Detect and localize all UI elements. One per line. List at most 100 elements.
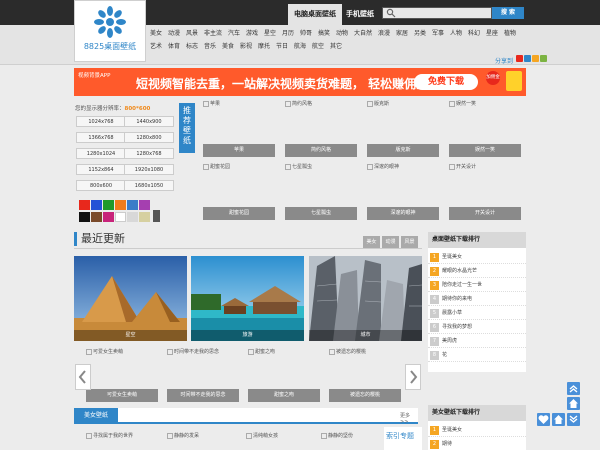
carousel-next-button[interactable] <box>405 364 421 390</box>
category-link[interactable]: 浪漫 <box>378 28 390 37</box>
color-swatch[interactable] <box>103 200 114 210</box>
category-link[interactable]: 影视 <box>240 41 252 50</box>
topic-index-link[interactable]: 索引专题 <box>384 427 422 450</box>
more-link[interactable]: 更多>> <box>400 412 418 425</box>
scroll-down-button[interactable] <box>567 413 580 426</box>
category-link[interactable]: 月历 <box>282 28 294 37</box>
ad-banner[interactable]: 视频背景APP 短视频智能去重，一站解决视频卖货难题， 轻松赚佣金 免费下载 加… <box>74 68 526 96</box>
wechat-share-icon[interactable] <box>540 55 547 62</box>
color-swatch[interactable] <box>139 200 150 210</box>
thumbnail-caption[interactable]: 版克斯 <box>367 144 439 157</box>
wallpaper-thumbnail[interactable]: 版克斯 <box>367 100 439 140</box>
resolution-option[interactable]: 1280x768 <box>124 148 174 159</box>
weibo-share-icon[interactable] <box>516 55 523 62</box>
wallpaper-thumbnail[interactable]: 娱然一笑 <box>449 100 521 140</box>
home-button[interactable] <box>567 397 580 410</box>
resolution-option[interactable]: 1280x800 <box>124 132 174 143</box>
color-swatch[interactable] <box>91 200 102 210</box>
share-icon[interactable] <box>532 55 539 62</box>
featured-photo[interactable]: 星空 <box>74 256 187 341</box>
latest-tab[interactable]: 风景 <box>401 236 418 248</box>
ranking-item[interactable]: 2 耀眼的水晶光芒 <box>428 264 526 278</box>
latest-thumbnail[interactable]: 被遗忘的樱桃 <box>329 348 401 355</box>
category-link[interactable]: 植物 <box>504 28 516 37</box>
category-link[interactable]: 非主流 <box>204 28 222 37</box>
color-swatch[interactable] <box>79 200 90 210</box>
ranking-item[interactable]: 1 圣诞美女 <box>428 250 526 264</box>
color-swatch[interactable] <box>115 212 126 222</box>
thumbnail-caption[interactable]: 甜蜜之吻 <box>248 389 320 402</box>
resolution-option[interactable]: 1024x768 <box>76 116 126 127</box>
category-link[interactable]: 军事 <box>432 28 444 37</box>
latest-tab[interactable]: 动漫 <box>382 236 399 248</box>
category-link[interactable]: 星空 <box>264 28 276 37</box>
wallpaper-thumbnail[interactable]: 甜蜜花园 <box>203 163 275 203</box>
beauty-thumbnail[interactable]: 静静的坚份 <box>321 432 353 439</box>
ranking-item[interactable]: 7 美周虎 <box>428 334 526 348</box>
wallpaper-thumbnail[interactable]: 七星瓢虫 <box>285 163 357 203</box>
category-link[interactable]: 动物 <box>336 28 348 37</box>
thumbnail-caption[interactable]: 可爱女生卖萌 <box>86 389 158 402</box>
category-link[interactable]: 科幻 <box>468 28 480 37</box>
thumbnail-caption[interactable]: 深邃的眼神 <box>367 207 439 220</box>
color-swatch[interactable] <box>127 212 138 222</box>
category-link[interactable]: 大自然 <box>354 28 372 37</box>
site-logo[interactable]: 8825桌面壁纸 <box>74 0 146 62</box>
latest-thumbnail[interactable]: 可爱女生卖萌 <box>86 348 158 355</box>
ranking-item[interactable]: 3 陪你走过一生一世 <box>428 278 526 292</box>
latest-thumbnail[interactable]: 时间带不走我的思念 <box>167 348 239 355</box>
tab-desktop-wallpaper[interactable]: 电脑桌面壁纸 <box>288 4 342 25</box>
category-link[interactable]: 家居 <box>396 28 408 37</box>
category-link[interactable]: 美女 <box>150 28 162 37</box>
category-link[interactable]: 汽车 <box>228 28 240 37</box>
category-link[interactable]: 航空 <box>312 41 324 50</box>
resolution-option[interactable]: 1920x1080 <box>124 164 174 175</box>
resolution-option[interactable]: 1680x1050 <box>124 180 174 191</box>
category-link[interactable]: 其它 <box>330 41 342 50</box>
search-button[interactable]: 搜 索 <box>492 7 524 19</box>
category-link[interactable]: 艺术 <box>150 41 162 50</box>
back-to-top-button[interactable] <box>567 382 580 395</box>
category-link[interactable]: 游戏 <box>246 28 258 37</box>
beauty-thumbnail[interactable]: 静静的发呆 <box>167 432 199 439</box>
featured-photo[interactable]: 城市 <box>309 256 422 341</box>
wallpaper-thumbnail[interactable]: 简约风格 <box>285 100 357 140</box>
ranking-item[interactable]: 5 晨露小草 <box>428 306 526 320</box>
category-link[interactable]: 风景 <box>186 28 198 37</box>
latest-thumbnail[interactable]: 甜蜜之吻 <box>248 348 320 355</box>
resolution-option[interactable]: 1440x900 <box>124 116 174 127</box>
ranking-item[interactable]: 8花 <box>428 348 526 362</box>
carousel-prev-button[interactable] <box>75 364 91 390</box>
thumbnail-caption[interactable]: 时间带不走我的思念 <box>167 389 239 402</box>
latest-tab[interactable]: 美女 <box>363 236 380 248</box>
ranking-item[interactable]: 1 圣诞美女 <box>428 423 526 437</box>
wallpaper-thumbnail[interactable]: 开关设计 <box>449 163 521 203</box>
ranking-item[interactable]: 4 期待你的来电 <box>428 292 526 306</box>
thumbnail-caption[interactable]: 简约风格 <box>285 144 357 157</box>
category-link[interactable]: 音乐 <box>204 41 216 50</box>
search-input[interactable] <box>382 7 492 19</box>
beauty-thumbnail[interactable]: 寻找属于我的世界 <box>86 432 133 439</box>
category-link[interactable]: 另类 <box>414 28 426 37</box>
resolution-option[interactable]: 1152x864 <box>76 164 126 175</box>
tab-mobile-wallpaper[interactable]: 手机壁纸 <box>340 4 380 25</box>
wallpaper-thumbnail[interactable]: 深邃的眼神 <box>367 163 439 203</box>
beauty-thumbnail[interactable]: 清纯萌女孩 <box>246 432 278 439</box>
category-link[interactable]: 星座 <box>486 28 498 37</box>
color-swatch[interactable] <box>79 212 90 222</box>
category-link[interactable]: 摩托 <box>258 41 270 50</box>
category-link[interactable]: 美食 <box>222 41 234 50</box>
category-link[interactable]: 节日 <box>276 41 288 50</box>
thumbnail-caption[interactable]: 甜蜜花园 <box>203 207 275 220</box>
category-link[interactable]: 帅哥 <box>300 28 312 37</box>
thumbnail-caption[interactable]: 开关设计 <box>449 207 521 220</box>
category-link[interactable]: 标志 <box>186 41 198 50</box>
ranking-item[interactable]: 2 期待 <box>428 437 526 450</box>
resolution-option[interactable]: 1280x1024 <box>76 148 126 159</box>
ad-download-button[interactable]: 免费下载 <box>414 74 478 90</box>
category-link[interactable]: 搞笑 <box>318 28 330 37</box>
color-swatch[interactable] <box>139 212 150 222</box>
category-link[interactable]: 动漫 <box>168 28 180 37</box>
thumbnail-caption[interactable]: 七星瓢虫 <box>285 207 357 220</box>
ranking-item[interactable]: 6 寻找我的梦想 <box>428 320 526 334</box>
